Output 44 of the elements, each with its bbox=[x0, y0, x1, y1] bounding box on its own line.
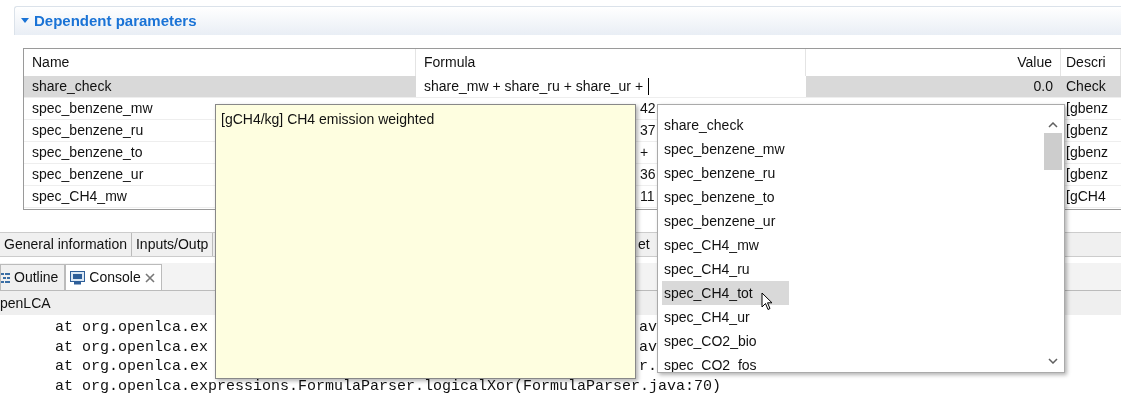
cell-text: Check bbox=[1066, 78, 1106, 94]
suggestion-item[interactable]: share_check bbox=[662, 113, 789, 137]
table-row[interactable]: share_check share_mw + share_ru + share_ur + 0.0 Check bbox=[24, 76, 1121, 98]
cell-text: spec_benzene_ur bbox=[32, 166, 144, 182]
suggestion-item[interactable]: spec_CH4_ru bbox=[662, 257, 789, 281]
cell-text: [gbenz bbox=[1066, 122, 1109, 138]
view-tab[interactable]: Outline bbox=[0, 264, 66, 290]
suggestion-item[interactable]: spec_benzene_ru bbox=[662, 161, 789, 185]
cell-text: [gCH4 bbox=[1066, 188, 1106, 204]
console-text: at org.openlca.expressions.FormulaParser.logicalXor(FormulaParser.java:70) bbox=[55, 377, 722, 395]
cell-text: share_check bbox=[32, 78, 112, 94]
view-tab[interactable]: Console bbox=[65, 264, 162, 290]
console-text: r. bbox=[639, 357, 657, 377]
section-header[interactable]: Dependent parameters bbox=[14, 6, 1121, 35]
console-text: av bbox=[639, 318, 657, 338]
tab-label: Outline bbox=[14, 268, 59, 287]
tooltip-text: [gCH4/kg] CH4 emission weighted bbox=[221, 110, 436, 129]
suggestion-item[interactable]: spec_benzene_mw bbox=[662, 137, 789, 161]
cell-text: spec_benzene_to bbox=[32, 144, 143, 160]
cell-text: spec_benzene_mw bbox=[32, 100, 153, 116]
section-title: Dependent parameters bbox=[34, 10, 197, 31]
console-text: at org.openlca.ex bbox=[55, 338, 209, 356]
suggestion-item[interactable]: spec_CO2_bio bbox=[662, 329, 789, 353]
cell-text: 0.0 bbox=[1033, 78, 1053, 94]
cell-text: + bbox=[640, 144, 649, 160]
cell-text: 37 bbox=[640, 122, 656, 138]
suggestion-item[interactable]: spec_benzene_ur bbox=[662, 209, 789, 233]
cell-text: [gbenz bbox=[1066, 144, 1109, 160]
cell-text: 42 bbox=[640, 100, 656, 116]
cell-text: [gbenz bbox=[1066, 166, 1109, 182]
cell-text: spec_CH4_mw bbox=[32, 188, 127, 204]
formula-input[interactable]: share_mw + share_ru + share_ur + bbox=[416, 76, 806, 97]
tab-label: Console bbox=[89, 268, 141, 287]
suggestion-item[interactable]: spec_CH4_mw bbox=[662, 233, 789, 257]
cell-text: [gbenz bbox=[1066, 100, 1109, 116]
console-text: av bbox=[639, 337, 657, 357]
console-text: at org.openlca.ex bbox=[55, 358, 209, 375]
cell-text: 11 bbox=[640, 188, 655, 204]
cell-text: spec_benzene_ru bbox=[32, 122, 144, 138]
console-text: at org.openlca.ex bbox=[55, 319, 209, 336]
suggestion-item[interactable]: spec_benzene_to bbox=[662, 185, 789, 209]
cell-text: 36 bbox=[640, 166, 656, 182]
suggestion-item[interactable]: spec_CO2_fos bbox=[662, 353, 789, 372]
suggestion-item[interactable]: spec_CH4_tot bbox=[662, 281, 789, 305]
